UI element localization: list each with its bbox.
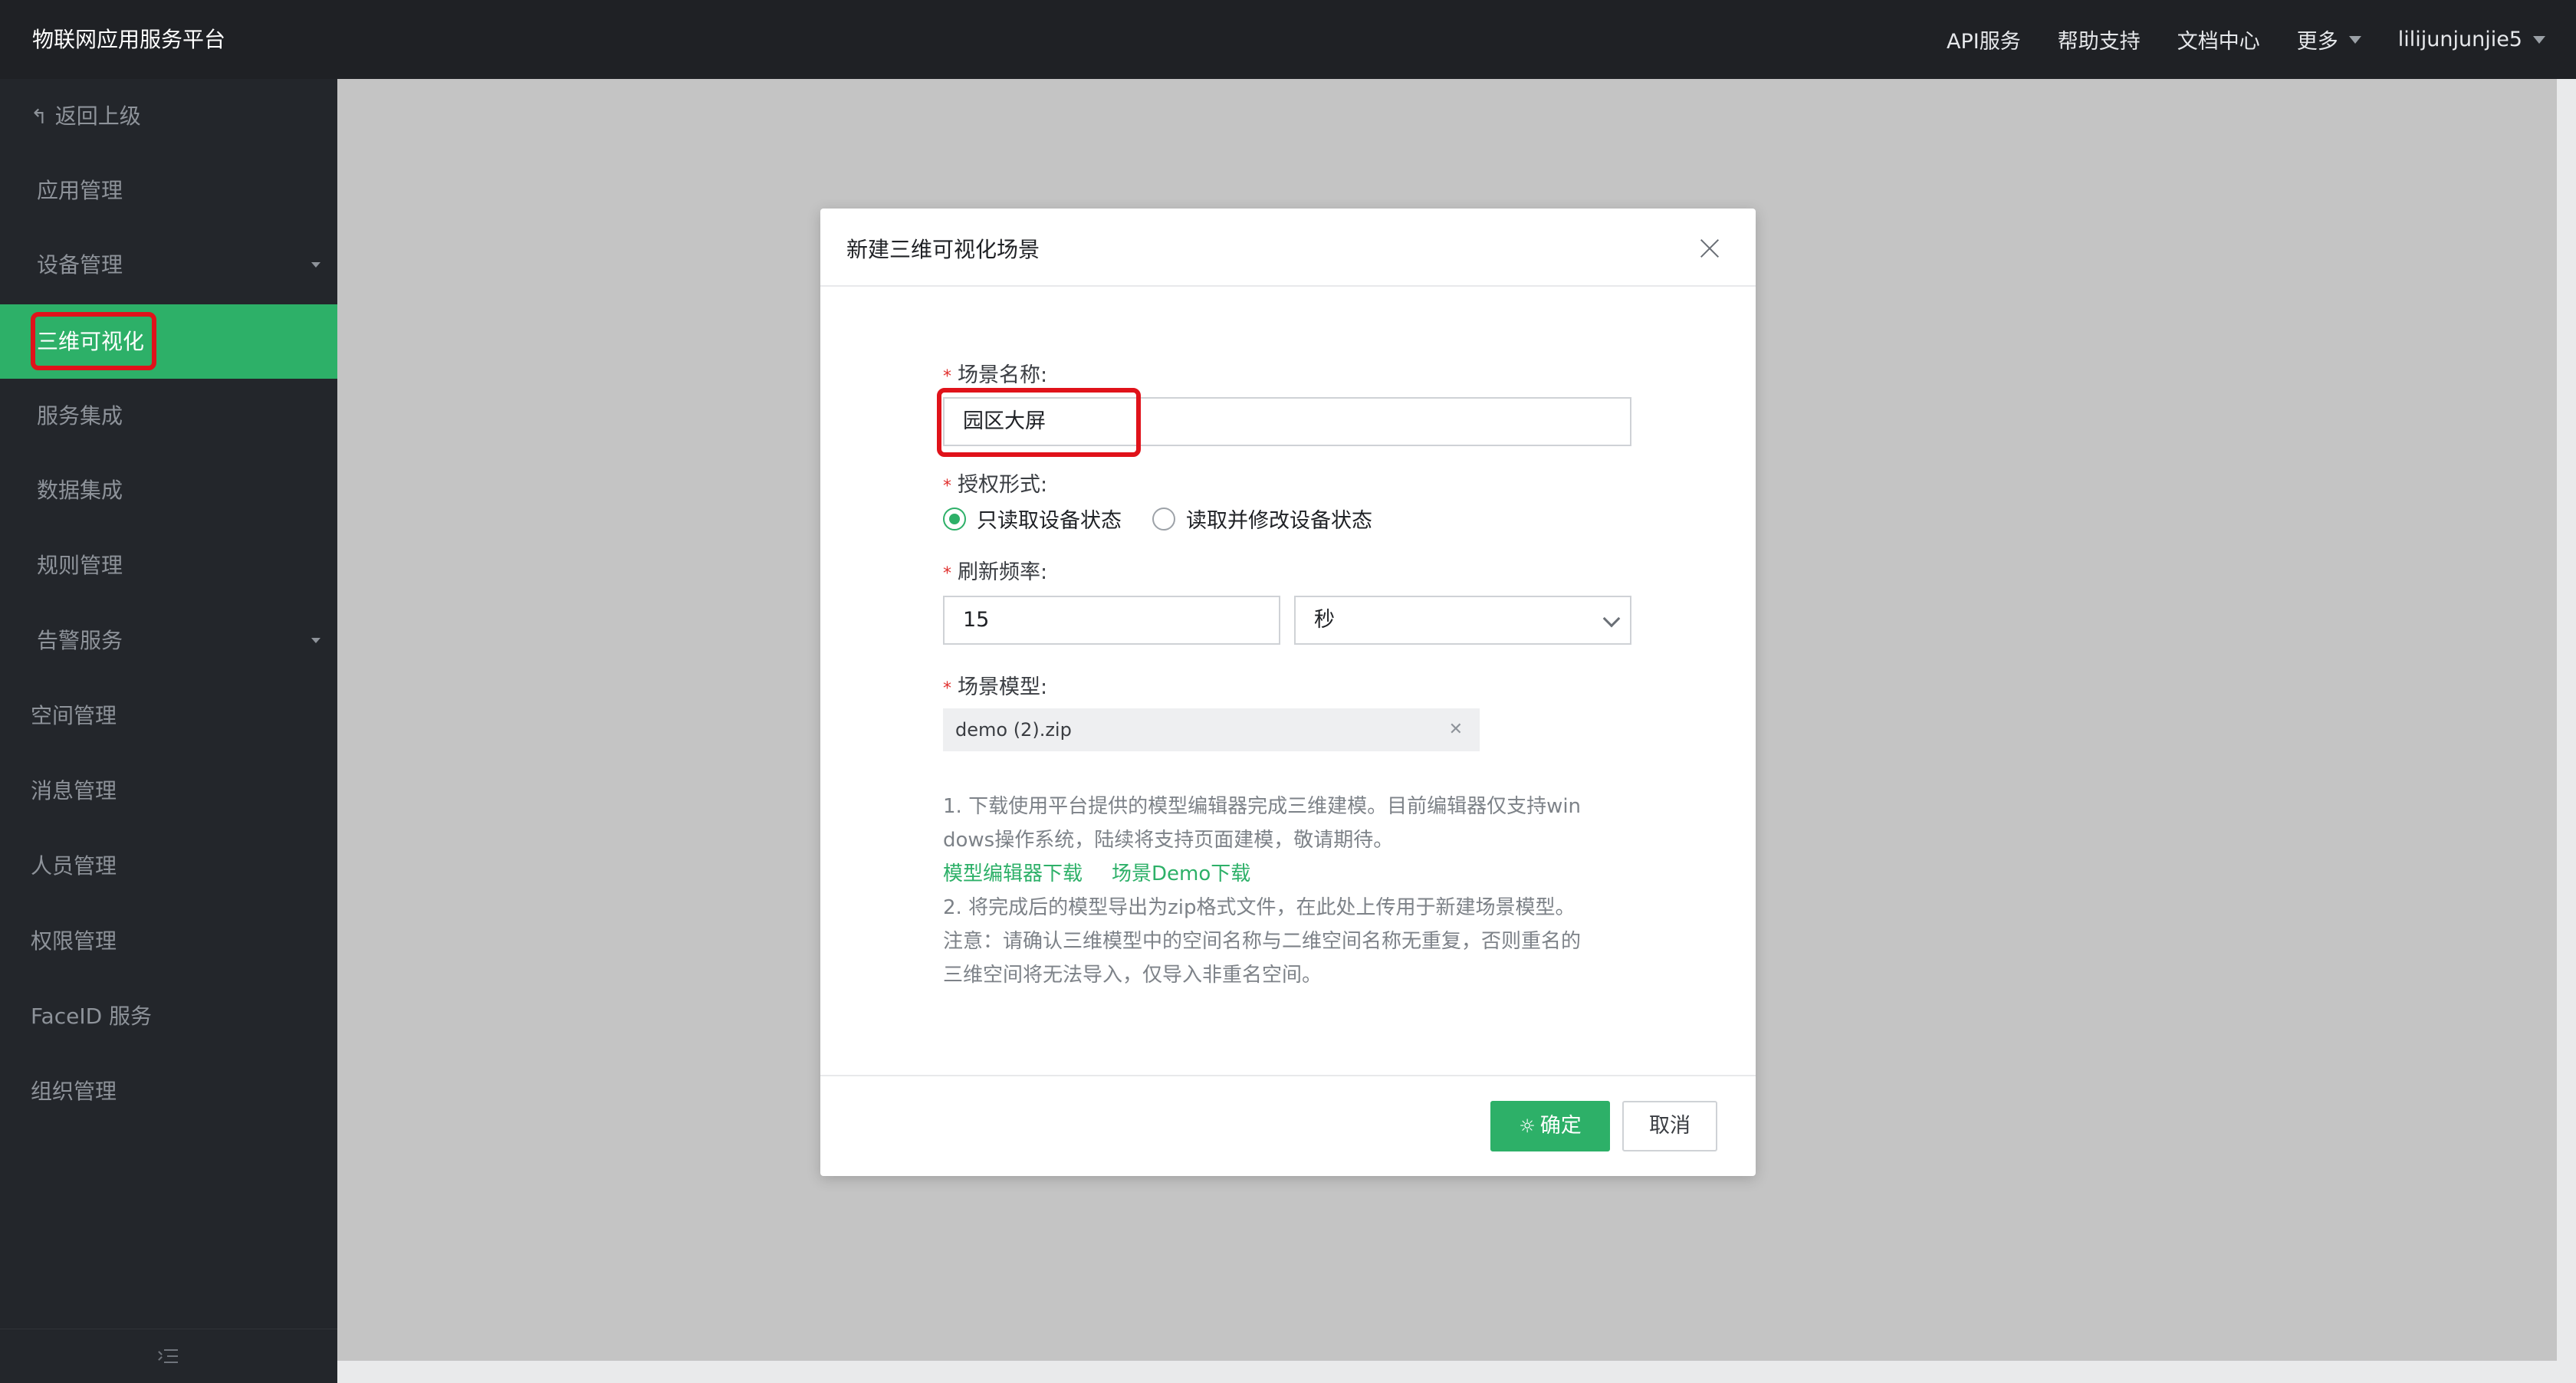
sidebar-item-label: 空间管理: [31, 703, 117, 728]
help-line: 三维空间将无法导入，仅导入非重名空间。: [943, 964, 1322, 987]
model-label-text: 场景模型:: [958, 675, 1048, 699]
auth-label: * 授权形式:: [943, 468, 1047, 498]
refresh-label-text: 刷新频率:: [958, 560, 1048, 584]
sidebar-item-label: 服务集成: [37, 403, 123, 429]
sidebar-item-faceid[interactable]: FaceID 服务: [0, 979, 337, 1053]
sidebar-item-label: 消息管理: [31, 778, 117, 803]
help-line: 1. 下载使用平台提供的模型编辑器完成三维建模。目前编辑器仅支持win: [943, 795, 1582, 818]
sidebar-item-service[interactable]: 服务集成: [0, 379, 337, 453]
dialog-header: 新建三维可视化场景: [820, 209, 1756, 287]
sidebar-item-label: 组织管理: [31, 1079, 117, 1104]
sidebar-item-label: 人员管理: [31, 853, 117, 879]
sidebar-item-permission[interactable]: 权限管理: [0, 904, 337, 978]
dialog-footer: ☼ 确定 取消: [820, 1075, 1756, 1176]
sidebar-item-label: FaceID 服务: [31, 1004, 153, 1029]
sidebar-item-people[interactable]: 人员管理: [0, 829, 337, 903]
radio-checked-icon: [943, 507, 966, 531]
sidebar-item-label: 规则管理: [37, 553, 123, 578]
horizontal-scrollbar[interactable]: [337, 1361, 2557, 1383]
confirm-button[interactable]: ☼ 确定: [1490, 1101, 1610, 1151]
remove-file-icon[interactable]: ✕: [1449, 708, 1463, 751]
sidebar-item-app[interactable]: 应用管理: [0, 153, 337, 228]
sidebar-item-label: 应用管理: [37, 178, 123, 203]
return-icon: ↰: [31, 106, 48, 129]
radio-unchecked-icon: [1152, 507, 1175, 531]
auth-radio-group: 只读取设备状态 读取并修改设备状态: [943, 504, 1403, 534]
chevron-down-icon: [311, 638, 320, 643]
help-text: 1. 下载使用平台提供的模型编辑器完成三维建模。目前编辑器仅支持win dows…: [943, 790, 1648, 992]
close-icon[interactable]: [1699, 238, 1720, 259]
sidebar-item-3d-visual[interactable]: 三维可视化: [0, 304, 337, 379]
highlight-box: [31, 312, 156, 370]
refresh-label: * 刷新频率:: [943, 555, 1047, 585]
auth-label-text: 授权形式:: [958, 473, 1048, 497]
nav-more-label: 更多: [2296, 30, 2338, 54]
refresh-unit-value: 秒: [1314, 608, 1335, 632]
sidebar-item-label: 设备管理: [37, 252, 123, 278]
sidebar-item-label: 数据集成: [37, 478, 123, 503]
chevron-down-icon: [1602, 609, 1621, 628]
brand-title: 物联网应用服务平台: [32, 27, 226, 52]
cancel-button[interactable]: 取消: [1622, 1101, 1717, 1151]
user-name: lilijunjunjie5: [2397, 28, 2522, 51]
sidebar-item-org[interactable]: 组织管理: [0, 1054, 337, 1128]
sidebar-back-label: 返回上级: [54, 103, 141, 129]
sidebar-item-data[interactable]: 数据集成: [0, 453, 337, 527]
nav-api[interactable]: API服务: [1947, 25, 2021, 54]
help-line: 注意：请确认三维模型中的空间名称与二维空间名称无重复，否则重名的: [943, 930, 1582, 953]
radio-label: 只读取设备状态: [977, 509, 1122, 533]
sidebar-item-label: 权限管理: [31, 928, 117, 954]
demo-download-link[interactable]: 场景Demo下载: [1112, 862, 1250, 885]
create-scene-dialog: 新建三维可视化场景 * 场景名称: 园区大屏 * 授权形式: 只读取设备状态 读取并…: [820, 209, 1756, 1176]
required-mark: *: [943, 679, 951, 698]
sidebar-item-rules[interactable]: 规则管理: [0, 528, 337, 603]
highlight-box: [937, 388, 1141, 457]
sidebar-item-device[interactable]: 设备管理: [0, 228, 337, 302]
download-links: 模型编辑器下载 场景Demo下载: [943, 857, 1648, 891]
refresh-rate-input[interactable]: 15: [943, 596, 1280, 645]
scene-name-label: * 场景名称:: [943, 358, 1047, 388]
nav-docs[interactable]: 文档中心: [2177, 25, 2260, 54]
radio-label: 读取并修改设备状态: [1186, 509, 1372, 533]
top-nav: API服务 帮助支持 文档中心 更多 lilijunjunjie5: [1947, 0, 2576, 79]
loading-icon: ☼: [1519, 1115, 1536, 1137]
required-mark: *: [943, 477, 951, 496]
help-line: dows操作系统，陆续将支持页面建模，敬请期待。: [943, 829, 1394, 852]
sidebar: ↰ 返回上级 应用管理 设备管理 三维可视化 服务集成 数据集成 规则管理 告警服…: [0, 79, 337, 1383]
top-bar: 物联网应用服务平台 API服务 帮助支持 文档中心 更多 lilijunjunj…: [0, 0, 2576, 79]
dialog-title: 新建三维可视化场景: [846, 237, 1040, 262]
radio-read-only[interactable]: 只读取设备状态: [943, 504, 1122, 534]
required-mark: *: [943, 367, 951, 386]
radio-read-write[interactable]: 读取并修改设备状态: [1152, 504, 1372, 534]
uploaded-file: demo (2).zip ✕: [943, 708, 1480, 751]
nav-more[interactable]: 更多: [2297, 25, 2361, 54]
collapse-sidebar-icon[interactable]: [158, 1348, 178, 1365]
scene-name-label-text: 场景名称:: [958, 363, 1048, 387]
chevron-down-icon: [2533, 35, 2545, 44]
nav-help[interactable]: 帮助支持: [2058, 25, 2141, 54]
chevron-down-icon: [2348, 35, 2361, 44]
refresh-unit-select[interactable]: 秒: [1294, 596, 1631, 645]
sidebar-item-alarm[interactable]: 告警服务: [0, 603, 337, 678]
chevron-down-icon: [311, 262, 320, 268]
sidebar-item-space[interactable]: 空间管理: [0, 678, 337, 753]
sidebar-item-message[interactable]: 消息管理: [0, 754, 337, 828]
model-label: * 场景模型:: [943, 670, 1047, 700]
required-mark: *: [943, 564, 951, 583]
help-line: 2. 将完成后的模型导出为zip格式文件，在此处上传用于新建场景模型。: [943, 896, 1576, 919]
editor-download-link[interactable]: 模型编辑器下载: [943, 862, 1083, 885]
sidebar-footer: [0, 1329, 337, 1383]
confirm-label: 确定: [1539, 1114, 1582, 1138]
vertical-scrollbar[interactable]: [2557, 79, 2576, 1383]
user-menu[interactable]: lilijunjunjie5: [2398, 28, 2545, 51]
sidebar-back[interactable]: ↰ 返回上级: [0, 79, 337, 153]
file-name: demo (2).zip: [955, 719, 1072, 741]
sidebar-item-label: 告警服务: [37, 628, 123, 653]
